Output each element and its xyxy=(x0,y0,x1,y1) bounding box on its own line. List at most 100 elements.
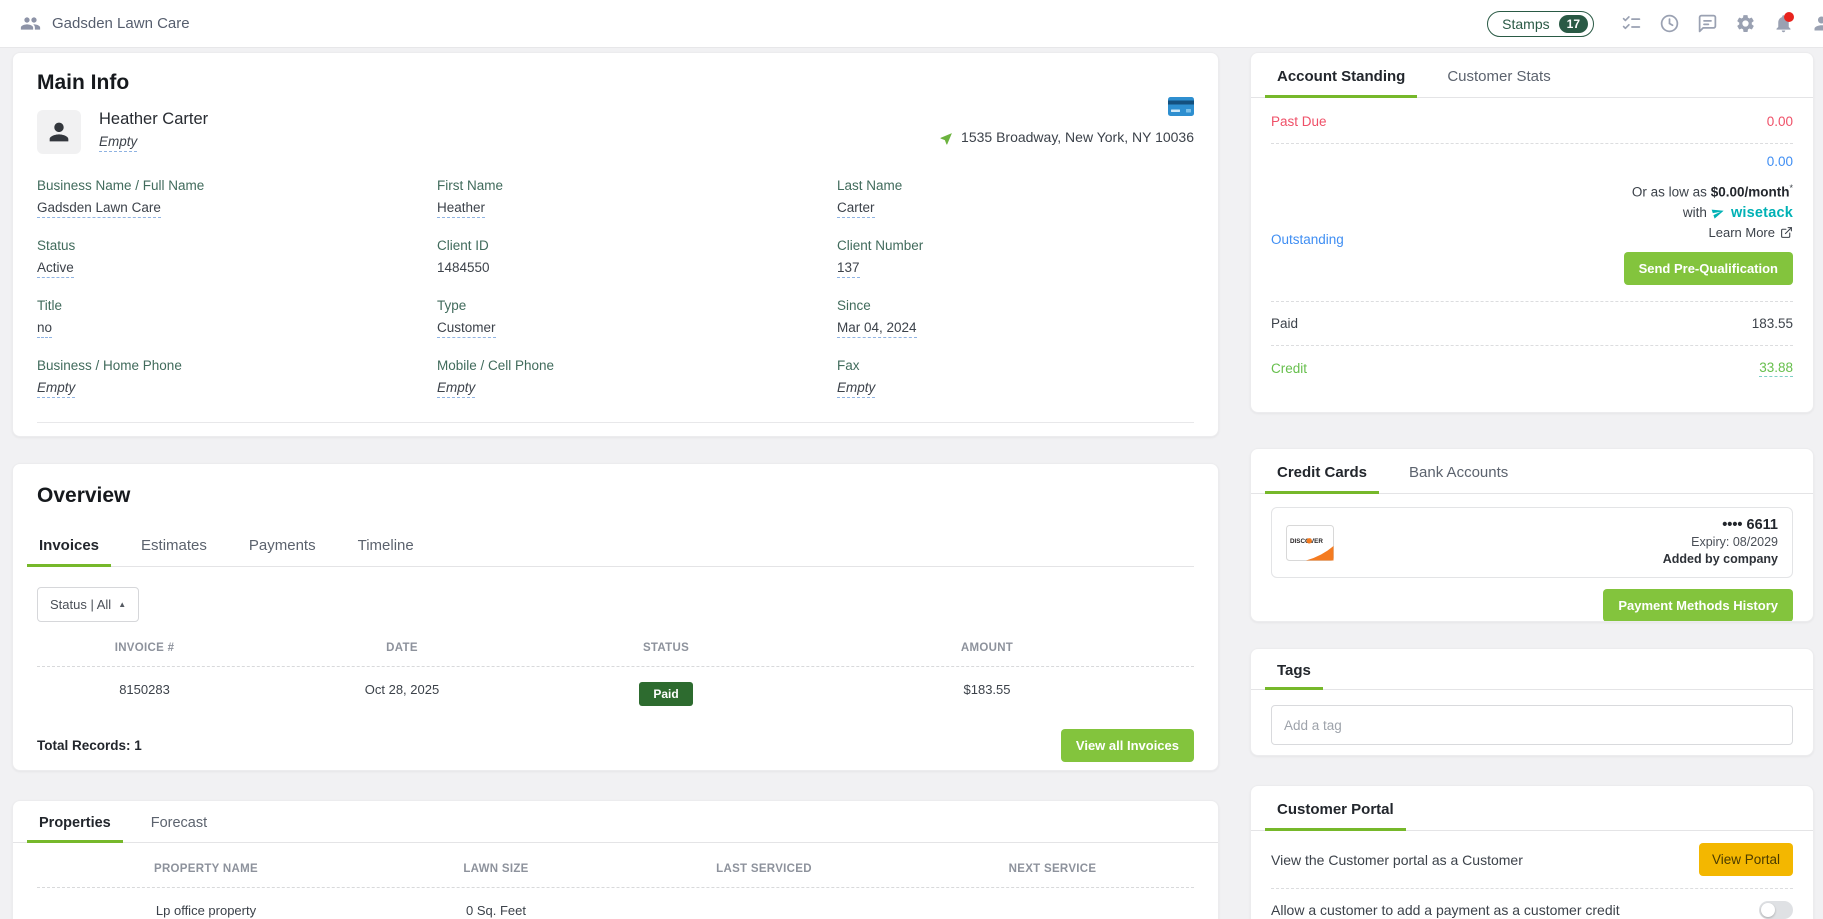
view-portal-row: View the Customer portal as a Customer V… xyxy=(1251,831,1813,888)
field-value[interactable]: Active xyxy=(37,260,74,278)
outstanding-block: Outstanding 0.00 Or as low as $0.00/mont… xyxy=(1271,144,1793,302)
card-number: •••• 6611 xyxy=(1663,517,1778,534)
add-tag-input[interactable] xyxy=(1271,705,1793,745)
payment-methods-card: Credit Cards Bank Accounts DISCOVER ••••… xyxy=(1250,448,1814,622)
column-header: AMOUNT xyxy=(780,622,1194,666)
tab-properties[interactable]: Properties xyxy=(37,801,113,842)
clock-icon[interactable] xyxy=(1659,13,1680,34)
discover-logo-icon: DISCOVER xyxy=(1286,525,1334,561)
tab-invoices[interactable]: Invoices xyxy=(37,522,101,566)
main-info-card: Main Info Heather Carter Empty xyxy=(12,52,1219,437)
field-label: Business Name / Full Name xyxy=(37,178,437,193)
overview-tabs: Invoices Estimates Payments Timeline xyxy=(37,522,1194,567)
tab-estimates[interactable]: Estimates xyxy=(139,522,209,566)
field-value[interactable]: 137 xyxy=(837,260,860,278)
customer-subtext-field[interactable]: Empty xyxy=(99,134,137,152)
card-added-by: Added by company xyxy=(1663,551,1778,568)
view-all-invoices-button[interactable]: View all Invoices xyxy=(1061,729,1194,762)
field-label: Last Name xyxy=(837,178,1194,193)
company-name: Gadsden Lawn Care xyxy=(52,15,190,32)
invoice-status-cell: Paid xyxy=(552,667,780,721)
properties-card: Properties Forecast PROPERTY NAME LAWN S… xyxy=(12,800,1219,919)
field-label: Fax xyxy=(837,358,1194,373)
wisetack-logo-icon xyxy=(1711,206,1727,220)
stamps-button[interactable]: Stamps 17 xyxy=(1487,11,1594,37)
top-bar-left: Gadsden Lawn Care xyxy=(20,13,190,34)
invoice-date-cell: Oct 28, 2025 xyxy=(252,667,552,721)
total-records-label: Total Records: 1 xyxy=(37,738,142,753)
financing-amount: $0.00/month xyxy=(1711,185,1790,200)
customer-portal-tabs: Customer Portal xyxy=(1251,786,1813,831)
gear-icon[interactable] xyxy=(1735,13,1756,34)
field-fax: Fax Empty xyxy=(837,358,1194,398)
navigation-arrow-icon xyxy=(940,130,955,145)
stamps-count-badge: 17 xyxy=(1559,15,1588,33)
tab-payments[interactable]: Payments xyxy=(247,522,318,566)
invoice-number-cell: 8150283 xyxy=(37,667,252,721)
invoice-amount-cell: $183.55 xyxy=(780,667,1194,721)
tab-customer-portal[interactable]: Customer Portal xyxy=(1275,786,1396,830)
tab-tags[interactable]: Tags xyxy=(1275,649,1313,689)
top-bar-right: Stamps 17 xyxy=(1487,11,1823,37)
status-filter-dropdown[interactable]: Status | All ▲ xyxy=(37,587,139,622)
checklist-icon[interactable] xyxy=(1621,13,1642,34)
allow-credit-toggle[interactable] xyxy=(1759,901,1793,919)
field-value[interactable]: Customer xyxy=(437,320,496,338)
outstanding-details: 0.00 Or as low as $0.00/month* with wise… xyxy=(1271,154,1793,285)
credit-card-icon[interactable] xyxy=(1168,97,1194,121)
tab-account-standing[interactable]: Account Standing xyxy=(1275,53,1407,97)
left-column: Main Info Heather Carter Empty xyxy=(12,52,1219,919)
field-value[interactable]: Empty xyxy=(837,380,875,398)
past-due-value: 0.00 xyxy=(1767,114,1793,129)
status-filter-label: Status | All xyxy=(50,597,111,612)
field-label: First Name xyxy=(437,178,837,193)
field-label: Status xyxy=(37,238,437,253)
field-value[interactable]: Heather xyxy=(437,200,485,218)
customer-avatar[interactable] xyxy=(37,110,81,154)
invoice-table-row[interactable]: 8150283 Oct 28, 2025 Paid $183.55 xyxy=(37,667,1194,721)
financing-provider: with wisetack xyxy=(1271,205,1793,221)
tab-customer-stats[interactable]: Customer Stats xyxy=(1445,53,1552,97)
field-label: Business / Home Phone xyxy=(37,358,437,373)
person-icon[interactable] xyxy=(1811,13,1823,34)
tab-credit-cards[interactable]: Credit Cards xyxy=(1275,449,1369,493)
chat-icon[interactable] xyxy=(1697,13,1718,34)
field-value[interactable]: Carter xyxy=(837,200,875,218)
account-standing-body: Past Due 0.00 Outstanding 0.00 Or as low… xyxy=(1251,98,1813,391)
field-value[interactable]: Empty xyxy=(37,380,75,398)
tab-forecast[interactable]: Forecast xyxy=(149,801,209,842)
paid-label: Paid xyxy=(1271,316,1298,331)
field-label: Mobile / Cell Phone xyxy=(437,358,837,373)
learn-more-label: Learn More xyxy=(1709,225,1775,240)
notifications-button[interactable] xyxy=(1773,13,1794,34)
customer-address[interactable]: 1535 Broadway, New York, NY 10036 xyxy=(940,129,1194,145)
column-header: PROPERTY NAME xyxy=(37,843,375,887)
wisetack-brand: wisetack xyxy=(1731,205,1793,221)
send-prequalification-button[interactable]: Send Pre-Qualification xyxy=(1624,252,1793,285)
payment-methods-history-button[interactable]: Payment Methods History xyxy=(1603,589,1793,622)
field-last-name: Last Name Carter xyxy=(837,178,1194,218)
field-value[interactable]: Gadsden Lawn Care xyxy=(37,200,161,218)
main-info-title: Main Info xyxy=(37,71,1194,95)
outstanding-label: Outstanding xyxy=(1271,232,1344,247)
show-more-link[interactable]: Show more xyxy=(37,436,1194,437)
view-portal-button[interactable]: View Portal xyxy=(1699,843,1793,876)
tab-timeline[interactable]: Timeline xyxy=(356,522,416,566)
column-header: NEXT SERVICE xyxy=(911,843,1194,887)
view-portal-text: View the Customer portal as a Customer xyxy=(1271,852,1523,868)
last-serviced-cell xyxy=(617,888,911,919)
tab-bank-accounts[interactable]: Bank Accounts xyxy=(1407,449,1510,493)
field-value[interactable]: no xyxy=(37,320,52,338)
field-label: Client Number xyxy=(837,238,1194,253)
financing-with: with xyxy=(1683,205,1707,220)
field-business-phone: Business / Home Phone Empty xyxy=(37,358,437,398)
column-header: LAST SERVICED xyxy=(617,843,911,887)
credit-card-item[interactable]: DISCOVER •••• 6611 Expiry: 08/2029 Added… xyxy=(1271,507,1793,578)
property-table-row[interactable]: Lp office property 0 Sq. Feet xyxy=(13,888,1218,919)
customer-name-block: Heather Carter Empty xyxy=(99,110,208,152)
credit-value[interactable]: 33.88 xyxy=(1759,360,1793,377)
learn-more-link[interactable]: Learn More xyxy=(1271,225,1793,240)
field-value[interactable]: Mar 04, 2024 xyxy=(837,320,917,338)
field-value[interactable]: Empty xyxy=(437,380,475,398)
field-label: Since xyxy=(837,298,1194,313)
